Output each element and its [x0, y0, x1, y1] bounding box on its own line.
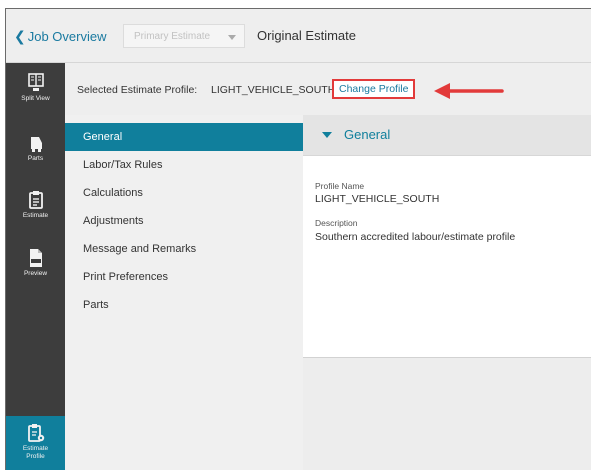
rail-item-split-view[interactable]: Split View [6, 73, 65, 103]
rail-label-split-view: Split View [21, 95, 50, 102]
rail-item-estimate-profile[interactable]: Estimate Profile [6, 416, 65, 470]
profile-label: Selected Estimate Profile: [77, 84, 198, 96]
left-rail: Split View Parts Estimate Preview Estima… [6, 63, 65, 470]
description-label: Description [315, 218, 358, 228]
nav-item-parts[interactable]: Parts [65, 292, 303, 318]
estimate-select-value: Primary Estimate [134, 30, 211, 42]
nav-item-adjustments[interactable]: Adjustments [65, 208, 303, 234]
description-value: Southern accredited labour/estimate prof… [315, 231, 516, 243]
general-details: Profile Name LIGHT_VEHICLE_SOUTH Descrip… [303, 156, 591, 358]
nav-item-message-and-remarks[interactable]: Message and Remarks [65, 236, 303, 262]
profile-name-label: Profile Name [315, 181, 365, 191]
page-title: Original Estimate [257, 28, 356, 43]
arrow-left-icon [434, 83, 504, 99]
change-profile-button[interactable]: Change Profile [332, 79, 416, 99]
general-pane: General Profile Name LIGHT_VEHICLE_SOUTH… [303, 115, 591, 470]
profile-name-value: LIGHT_VEHICLE_SOUTH [315, 193, 440, 205]
chevron-down-icon [228, 35, 236, 40]
app-window: ❮ Job Overview Primary Estimate Original… [5, 8, 591, 470]
rail-label-estimate-profile: Estimate Profile [22, 445, 49, 460]
profile-strip: Selected Estimate Profile: LIGHT_VEHICLE… [65, 63, 591, 115]
nav-item-general[interactable]: General [65, 123, 303, 151]
collapse-triangle-icon [322, 132, 332, 138]
split-view-icon [27, 73, 44, 91]
top-bar: ❮ Job Overview Primary Estimate Original… [6, 9, 591, 63]
parts-icon [30, 137, 42, 152]
back-link-label: Job Overview [27, 29, 107, 44]
rail-label-parts: Parts [27, 155, 44, 162]
profile-value: LIGHT_VEHICLE_SOUTH [211, 84, 336, 96]
rail-item-preview[interactable]: Preview [6, 248, 65, 278]
profile-section-nav: General Labor/Tax Rules Calculations Adj… [65, 115, 303, 470]
estimate-select[interactable]: Primary Estimate [123, 24, 245, 48]
nav-item-calculations[interactable]: Calculations [65, 180, 303, 206]
rail-item-parts[interactable]: Parts [6, 135, 65, 163]
section-title: General [344, 127, 391, 142]
estimate-profile-icon [27, 424, 44, 442]
nav-item-print-preferences[interactable]: Print Preferences [65, 264, 303, 290]
job-overview-link[interactable]: ❮ Job Overview [14, 28, 106, 45]
estimate-icon [28, 191, 43, 209]
nav-item-labor-tax-rules[interactable]: Labor/Tax Rules [65, 152, 303, 178]
rail-label-estimate: Estimate [22, 212, 49, 219]
chevron-left-icon: ❮ [14, 28, 26, 44]
rail-item-estimate[interactable]: Estimate [6, 190, 65, 220]
pdf-preview-icon [29, 249, 42, 267]
general-section-header[interactable]: General [303, 115, 591, 156]
rail-label-preview: Preview [23, 270, 48, 277]
